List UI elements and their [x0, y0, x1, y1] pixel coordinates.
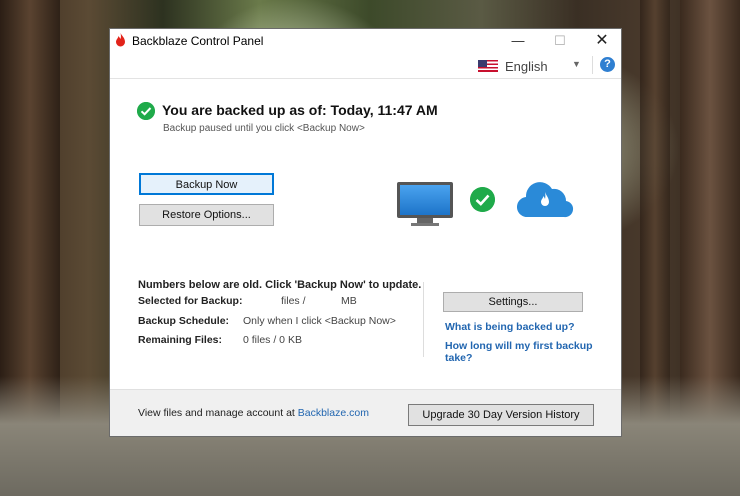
- check-icon: [137, 102, 155, 120]
- control-panel-window: Backblaze Control Panel — ☐ ✕ English ▼ …: [109, 28, 622, 437]
- help-icon[interactable]: ?: [600, 57, 615, 72]
- us-flag-icon: [478, 60, 498, 72]
- upgrade-button[interactable]: Upgrade 30 Day Version History: [408, 404, 594, 426]
- selected-label: Selected for Backup:: [138, 295, 243, 307]
- selected-files-value: files /: [281, 295, 306, 307]
- divider: [592, 56, 593, 74]
- backup-status-subtitle: Backup paused until you click <Backup No…: [163, 123, 365, 134]
- check-icon: [470, 187, 495, 212]
- remaining-label: Remaining Files:: [138, 334, 223, 346]
- backblaze-link[interactable]: Backblaze.com: [298, 407, 369, 419]
- restore-options-button[interactable]: Restore Options...: [139, 204, 274, 226]
- backup-now-button[interactable]: Backup Now: [139, 173, 274, 195]
- minimize-button[interactable]: —: [497, 29, 539, 52]
- title-bar[interactable]: Backblaze Control Panel — ☐ ✕: [110, 29, 621, 52]
- cloud-icon: [516, 182, 574, 218]
- what-backed-up-link[interactable]: What is being backed up?: [445, 321, 575, 333]
- backup-status-title: You are backed up as of: Today, 11:47 AM: [162, 102, 438, 118]
- footer-text: View files and manage account at Backbla…: [138, 407, 369, 419]
- settings-button[interactable]: Settings...: [443, 292, 583, 312]
- numbers-notice: Numbers below are old. Click 'Backup Now…: [138, 279, 422, 291]
- backup-status-graphic: [380, 169, 580, 233]
- close-button[interactable]: ✕: [581, 29, 623, 52]
- monitor-icon: [397, 182, 453, 218]
- divider: [423, 282, 424, 357]
- maximize-button[interactable]: ☐: [539, 29, 581, 52]
- window-title: Backblaze Control Panel: [132, 34, 264, 48]
- language-select[interactable]: English: [505, 59, 548, 74]
- selected-mb-value: MB: [341, 295, 357, 307]
- remaining-value: 0 files / 0 KB: [243, 334, 302, 346]
- schedule-label: Backup Schedule:: [138, 315, 230, 327]
- language-bar: English ▼ ?: [110, 52, 621, 79]
- first-backup-link[interactable]: How long will my first backup take?: [445, 340, 621, 364]
- chevron-down-icon[interactable]: ▼: [572, 59, 581, 69]
- schedule-value: Only when I click <Backup Now>: [243, 315, 396, 327]
- backblaze-flame-icon: [116, 33, 125, 47]
